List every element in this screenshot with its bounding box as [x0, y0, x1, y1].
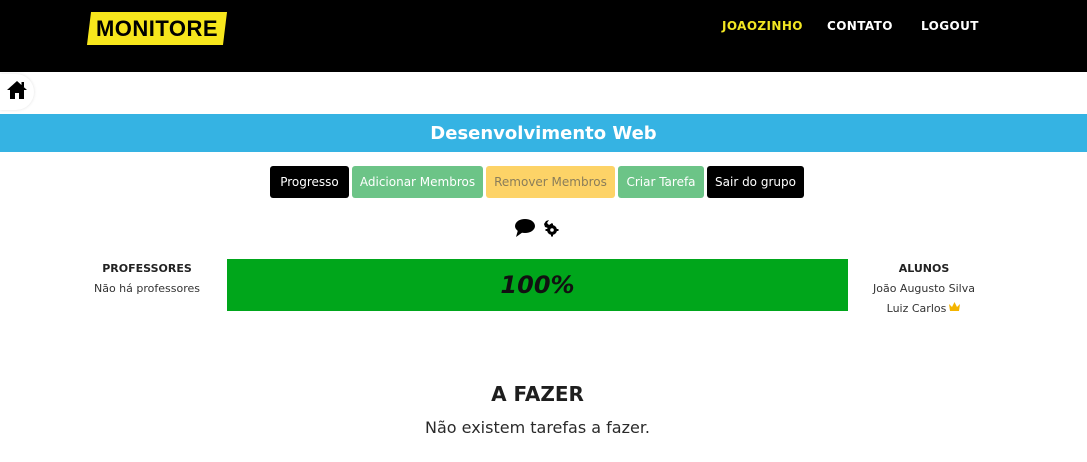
nav-link-logout[interactable]: LOGOUT	[921, 19, 979, 33]
chat-bubble-icon[interactable]	[514, 218, 536, 238]
aluno-name: Luiz Carlos	[886, 301, 947, 315]
create-task-button[interactable]: Criar Tarefa	[618, 166, 704, 198]
top-navbar: MONITORE JOAOZINHO CONTATO LOGOUT	[0, 0, 1087, 72]
brand-logo-text: MONITORE	[95, 15, 219, 41]
group-progress-bar: 100%	[227, 259, 848, 311]
remove-members-button[interactable]: Remover Membros	[486, 166, 615, 198]
home-icon	[6, 80, 28, 104]
group-title: Desenvolvimento Web	[430, 122, 657, 144]
professores-heading: PROFESSORES	[102, 262, 192, 275]
group-title-band: Desenvolvimento Web	[0, 114, 1087, 152]
aluno-item-owner: Luiz Carlos	[848, 301, 1000, 315]
tasks-empty-text: Não existem tarefas a fazer.	[424, 418, 651, 437]
alunos-heading: ALUNOS	[898, 262, 950, 275]
progress-label: 100%	[500, 271, 575, 299]
crown-icon	[948, 301, 961, 315]
professores-empty-text: Não há professores	[93, 282, 200, 295]
nav-link-contato[interactable]: CONTATO	[827, 19, 893, 33]
brand-logo[interactable]: MONITORE	[86, 12, 228, 45]
aluno-item: João Augusto Silva	[872, 282, 975, 295]
nav-link-user[interactable]: JOAOZINHO	[722, 19, 803, 33]
progresso-button[interactable]: Progresso	[270, 166, 349, 198]
home-button[interactable]	[0, 74, 34, 110]
tasks-heading: A FAZER	[491, 382, 584, 406]
tools-icon[interactable]	[537, 218, 559, 238]
leave-group-button[interactable]: Sair do grupo	[707, 166, 804, 198]
add-members-button[interactable]: Adicionar Membros	[352, 166, 483, 198]
